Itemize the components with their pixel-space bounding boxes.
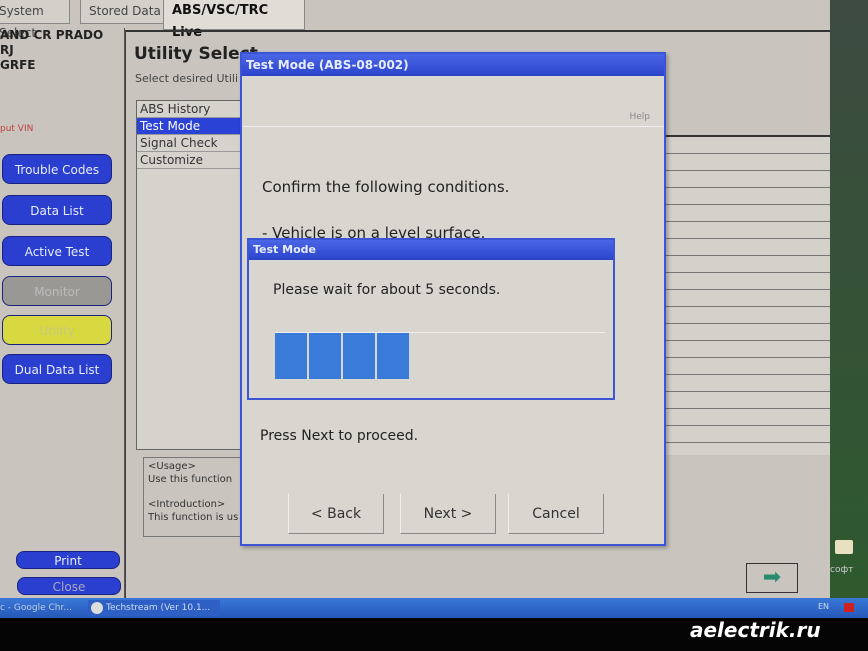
- proceed-text: Press Next to proceed.: [260, 428, 419, 444]
- desktop: [830, 0, 868, 598]
- progress-segment: [343, 333, 375, 379]
- page-subtitle: Select desired Utili: [135, 72, 239, 85]
- folder-label: софт: [830, 565, 854, 575]
- utility-button[interactable]: Utility: [2, 315, 112, 345]
- vehicle-model: AND CR PRADO: [0, 28, 104, 42]
- dual-data-list-button[interactable]: Dual Data List: [2, 354, 112, 384]
- list-item[interactable]: Test Mode: [137, 118, 245, 135]
- trouble-codes-button[interactable]: Trouble Codes: [2, 154, 112, 184]
- progress-segment: [377, 333, 409, 379]
- wait-dialog-title: Test Mode: [249, 240, 613, 260]
- utility-list: ABS History Test Mode Signal Check Custo…: [136, 100, 246, 450]
- data-list-button[interactable]: Data List: [2, 195, 112, 225]
- vehicle-info: AND CR PRADO RJ GRFE: [0, 28, 103, 73]
- list-item[interactable]: Signal Check: [137, 135, 245, 152]
- dialog-title: Test Mode (ABS-08-002): [242, 54, 664, 76]
- wait-message: Please wait for about 5 seconds.: [273, 282, 501, 298]
- intro-text: This function is us: [148, 512, 239, 523]
- usage-heading: <Usage>: [148, 461, 196, 472]
- description-box: <Usage> Use this function <Introduction>…: [143, 457, 253, 537]
- confirm-text: Confirm the following conditions.: [262, 178, 510, 196]
- close-button[interactable]: Close: [17, 577, 121, 595]
- intro-heading: <Introduction>: [148, 499, 226, 510]
- watermark: aelectrik.ru: [690, 618, 821, 642]
- tab-stored-data[interactable]: Stored Data: [80, 0, 170, 24]
- wait-dialog: Test Mode Please wait for about 5 second…: [247, 238, 615, 400]
- cancel-button[interactable]: Cancel: [508, 494, 604, 534]
- monitor-button[interactable]: Monitor: [2, 276, 112, 306]
- next-arrow-button[interactable]: ➡: [746, 563, 798, 593]
- back-button[interactable]: < Back: [288, 494, 384, 534]
- progress-bar: [275, 332, 605, 379]
- data-grid: [660, 135, 845, 455]
- taskbar-item-label: Techstream (Ver 10.1...: [106, 603, 211, 613]
- list-item[interactable]: ABS History: [137, 101, 245, 118]
- progress-segment: [309, 333, 341, 379]
- techstream-icon: [91, 602, 103, 614]
- help-link[interactable]: Help: [629, 112, 650, 122]
- left-panel: AND CR PRADO RJ GRFE put VIN Trouble Cod…: [0, 28, 125, 598]
- tab-system-select[interactable]: System Select: [0, 0, 70, 40]
- list-item[interactable]: Customize: [137, 152, 245, 169]
- progress-segment: [275, 333, 307, 379]
- active-test-button[interactable]: Active Test: [2, 236, 112, 266]
- next-button[interactable]: Next >: [400, 494, 496, 534]
- language-indicator[interactable]: EN: [818, 602, 829, 611]
- vehicle-code: RJ: [0, 43, 14, 57]
- print-button[interactable]: Print: [16, 551, 120, 569]
- divider: [242, 126, 664, 127]
- arrow-right-icon: ➡: [762, 565, 782, 590]
- folder-icon[interactable]: [835, 540, 853, 554]
- tab-abs-live[interactable]: ABS/VSC/TRC Live: [163, 0, 305, 40]
- input-vin-link[interactable]: put VIN: [0, 124, 33, 134]
- taskbar-item-chrome[interactable]: c - Google Chr...: [0, 600, 82, 616]
- vehicle-engine: GRFE: [0, 58, 36, 72]
- tray-icon[interactable]: [844, 603, 854, 612]
- taskbar-item-techstream[interactable]: Techstream (Ver 10.1...: [88, 600, 220, 616]
- usage-text: Use this function: [148, 474, 233, 485]
- taskbar: c - Google Chr... Techstream (Ver 10.1..…: [0, 598, 868, 618]
